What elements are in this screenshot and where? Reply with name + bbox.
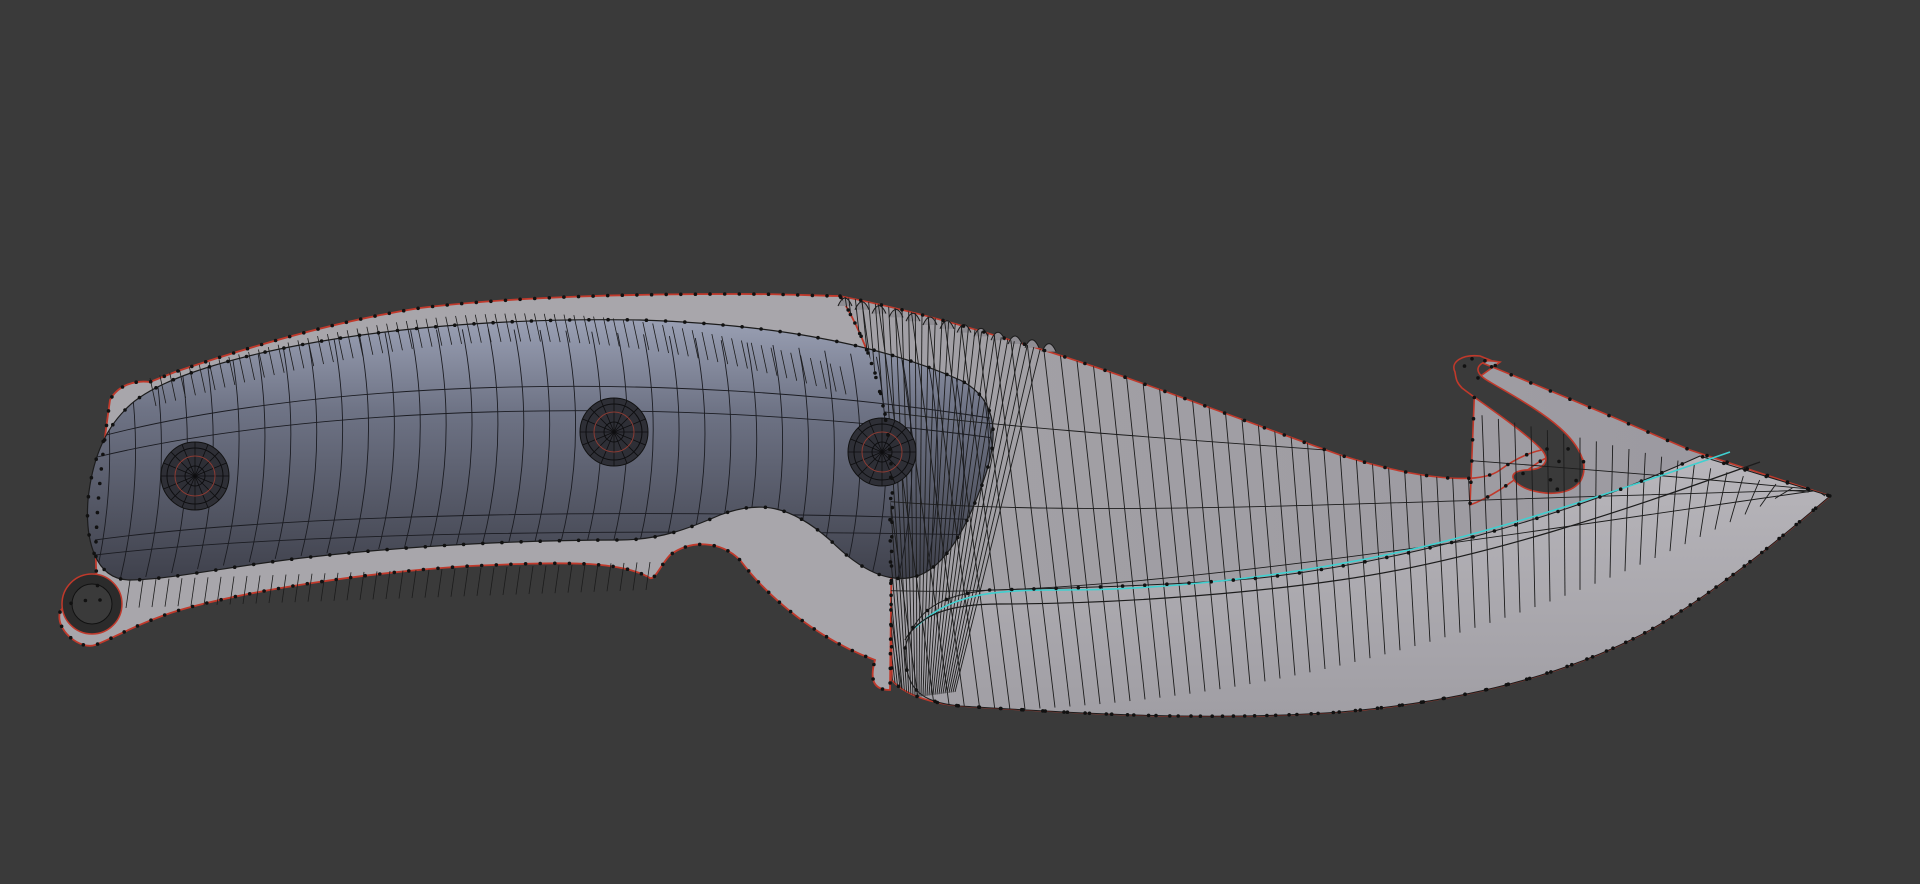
3d-viewport[interactable] [0,0,1920,884]
knife-mesh[interactable] [0,0,1920,884]
